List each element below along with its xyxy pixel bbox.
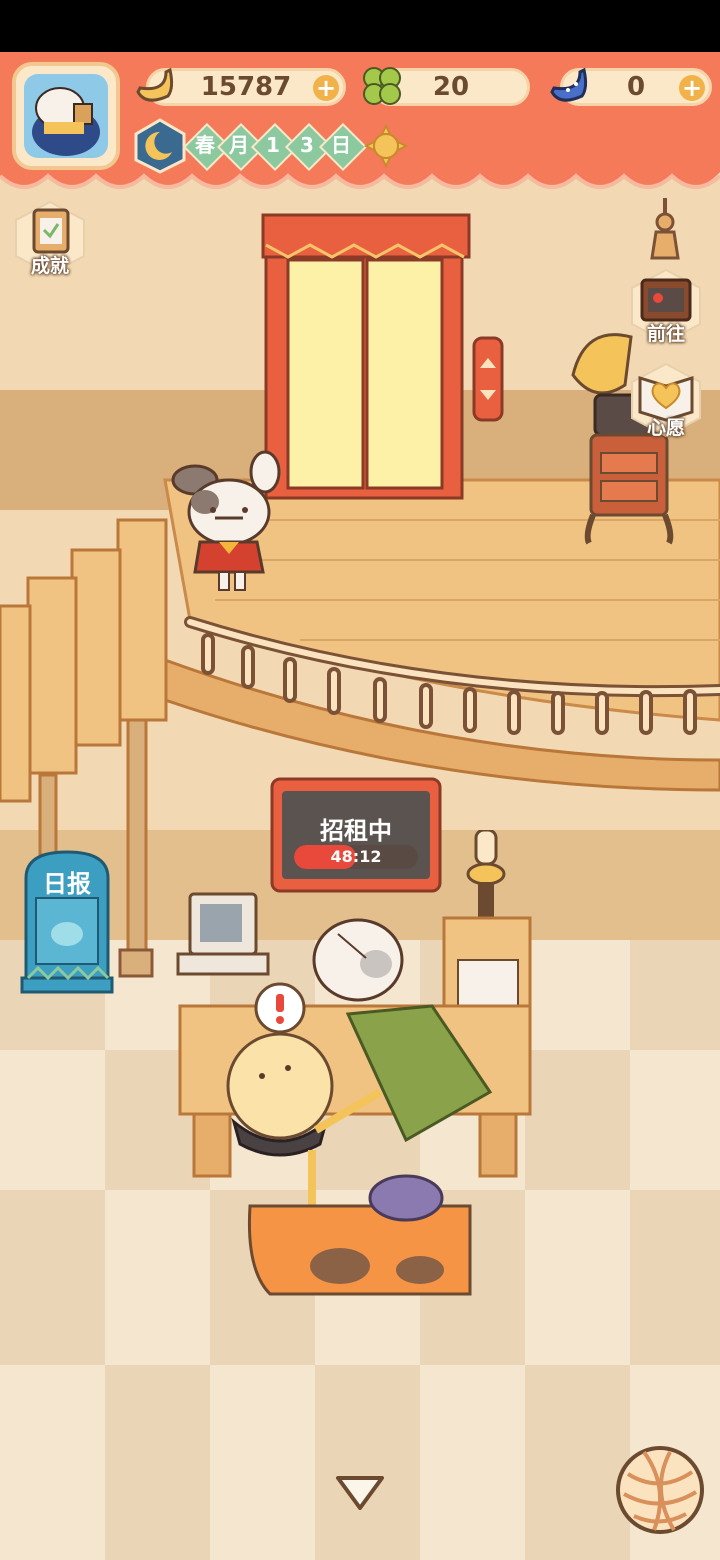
front-desk-area[interactable] [170, 830, 540, 1300]
hanging-tassel [650, 198, 680, 260]
goto-label: 前往 [646, 323, 685, 345]
newspaper-label: 日报 [43, 870, 91, 898]
add-gems-button[interactable]: + [679, 75, 705, 101]
scroll-down-arrow-icon[interactable] [334, 1472, 386, 1514]
wish-label: 心愿 [646, 417, 685, 439]
achievements-label: 成就 [30, 255, 69, 277]
daily-newspaper-box[interactable]: 日报 [18, 848, 116, 998]
add-bananas-button[interactable]: + [313, 75, 339, 101]
calendar-date: 春 月 1 3 日 [182, 122, 368, 172]
player-avatar[interactable] [12, 62, 120, 170]
date-day-ones: 3 [300, 133, 314, 157]
yarn-ball-menu-button[interactable] [614, 1444, 706, 1536]
rabbit-character[interactable] [165, 450, 290, 600]
game-scene: 招租中 48:12 日报 15787 + 20 0 + 春 月 1 3 日 成就… [0, 0, 720, 1560]
banana-icon [136, 67, 174, 102]
clover-icon [363, 67, 401, 105]
date-day-label: 日 [331, 133, 351, 157]
avatar-portrait [24, 74, 108, 158]
date-month-label: 月 [229, 133, 249, 157]
cat-avatar-icon [32, 87, 100, 156]
elevator[interactable] [258, 210, 508, 505]
moon-clock-icon[interactable] [132, 118, 188, 174]
goto-button[interactable]: 前往 [628, 268, 704, 345]
date-day-tens: 1 [266, 133, 280, 157]
blue-banana-icon [550, 67, 588, 102]
date-season: 春 [195, 133, 215, 157]
achievements-button[interactable]: 成就 [12, 200, 88, 277]
sun-icon[interactable] [364, 124, 408, 168]
wish-button[interactable]: 心愿 [628, 362, 704, 439]
